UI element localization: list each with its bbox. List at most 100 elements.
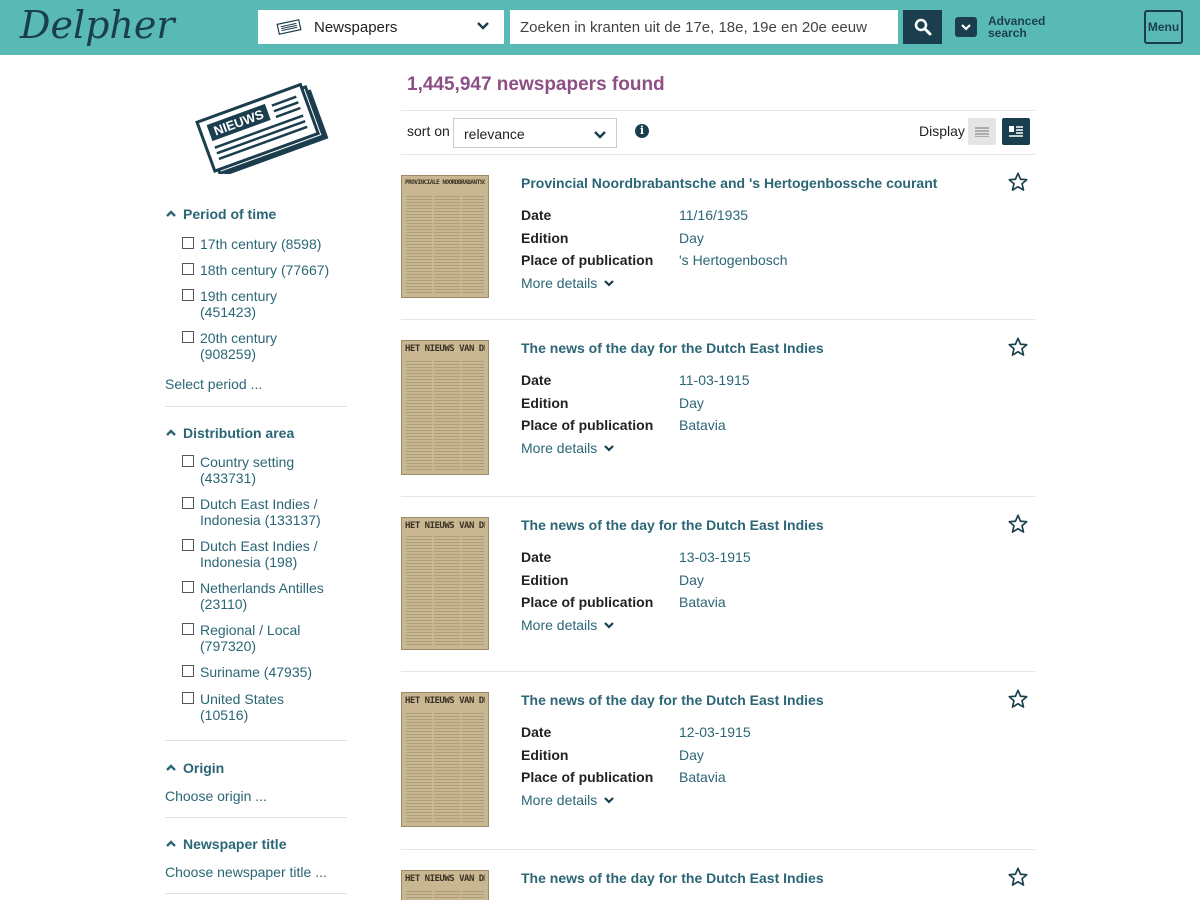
sort-value: relevance [464,126,525,142]
facet-option-label: 20th century (908259) [200,330,278,362]
facet-option[interactable]: 20th century (908259) [182,330,312,362]
select-period-link[interactable]: Select period ... [165,376,262,392]
more-details-link[interactable]: More details [521,440,615,456]
sort-select[interactable]: relevance [453,118,617,148]
newspaper-thumbnail[interactable]: PROVINCIALE NOORDBRABANTSCHE [401,175,489,298]
facet-option[interactable]: 17th century (8598) [182,236,321,252]
facet-title[interactable]: Distribution area [165,425,347,441]
thumbnail-masthead: HET NIEUWS VAN DEN DAG [405,344,485,354]
choose-origin-link[interactable]: Choose origin ... [165,788,267,804]
facet-title-label: Period of time [183,206,277,222]
facet-option[interactable]: Netherlands Antilles (23110) [182,580,332,612]
facet-option-label: Suriname (47935) [200,664,313,680]
star-icon[interactable] [1007,866,1029,888]
more-details-link[interactable]: More details [521,275,615,291]
checkbox[interactable] [182,455,194,467]
search-icon [914,18,931,36]
field-label: Place of publication [521,252,654,268]
newspaper-thumbnail[interactable]: HET NIEUWS VAN DEN DAG [401,340,489,475]
result-title[interactable]: The news of the day for the Dutch East I… [521,870,824,886]
divider [401,319,1035,320]
facet-option-label: 18th century (77667) [200,262,330,278]
choose-newspaper-title-link[interactable]: Choose newspaper title ... [165,864,327,880]
checkbox[interactable] [182,289,194,301]
field-value: Batavia [679,594,726,610]
newspaper-thumbnail[interactable]: HET NIEUWS VAN DEN DAG [401,517,489,650]
chevron-down-icon [477,22,489,30]
facet-title[interactable]: Period of time [165,206,347,222]
facet-option[interactable]: 18th century (77667) [182,262,329,278]
divider [165,740,347,741]
checkbox[interactable] [182,623,194,635]
facet-option[interactable]: Dutch East Indies / Indonesia (133137) [182,496,332,528]
facet-period-of-time: Period of time [165,206,347,222]
field-label: Edition [521,230,569,246]
thumbnail-masthead: PROVINCIALE NOORDBRABANTSCHE [405,179,485,186]
search-button[interactable] [903,10,942,44]
field-value: 12-03-1915 [679,724,751,740]
checkbox[interactable] [182,692,194,704]
result-title[interactable]: The news of the day for the Dutch East I… [521,517,824,533]
more-details-label: More details [521,617,598,633]
display-thumbnail-button[interactable] [1002,118,1030,145]
field-label: Date [521,724,552,740]
more-details-link[interactable]: More details [521,792,615,808]
field-label: Place of publication [521,594,654,610]
delpher-logo[interactable]: Delpher [20,3,175,47]
checkbox[interactable] [182,331,194,343]
result-title[interactable]: The news of the day for the Dutch East I… [521,340,824,356]
facet-option[interactable]: Suriname (47935) [182,664,312,680]
facet-option[interactable]: Country setting (433731) [182,454,322,486]
field-value: 13-03-1915 [679,549,751,565]
result-item: HET NIEUWS VAN DEN DAG The news of the d… [401,682,1035,842]
more-details-link[interactable]: More details [521,617,615,633]
top-bar: Delpher Newspapers Advanced search Menu [0,0,1200,55]
checkbox[interactable] [182,581,194,593]
display-list-button[interactable] [968,118,996,145]
chevron-down-icon [961,24,971,31]
newspaper-thumbnail[interactable]: HET NIEUWS VAN DEN DAG [401,692,489,827]
field-value: 11/16/1935 [679,207,749,223]
facet-title[interactable]: Origin [165,760,347,776]
result-title[interactable]: Provincial Noordbrabantsche and 's Herto… [521,175,937,191]
star-icon[interactable] [1007,336,1029,358]
star-icon[interactable] [1007,513,1029,535]
info-icon[interactable]: i [635,124,649,138]
field-label: Edition [521,395,569,411]
newspaper-thumbnail[interactable]: HET NIEUWS VAN DEN DAG [401,870,489,900]
facet-option[interactable]: United States (10516) [182,691,302,723]
facet-option[interactable]: Regional / Local (797320) [182,622,312,654]
result-item: PROVINCIALE NOORDBRABANTSCHE Provincial … [401,165,1035,315]
checkbox[interactable] [182,539,194,551]
list-view-icon [975,126,989,137]
field-value: Day [679,230,704,246]
newspaper-icon [276,19,302,35]
collection-select[interactable]: Newspapers [258,10,504,44]
divider [401,110,1035,111]
divider [401,849,1035,850]
divider [401,496,1035,497]
facet-option[interactable]: 19th century (451423) [182,288,312,320]
search-input[interactable] [510,10,898,44]
results-count: 1,445,947 newspapers found [407,74,665,95]
star-icon[interactable] [1007,688,1029,710]
display-label: Display [919,123,965,139]
facet-origin: Origin [165,760,347,776]
star-icon[interactable] [1007,171,1029,193]
advanced-search-toggle[interactable] [955,17,977,37]
menu-button[interactable]: Menu [1144,10,1183,44]
facet-option-label: 19th century (451423) [200,288,278,320]
checkbox[interactable] [182,665,194,677]
facet-title[interactable]: Newspaper title [165,836,347,852]
facet-option[interactable]: Dutch East Indies / Indonesia (198) [182,538,332,570]
facet-title-label: Origin [183,760,225,776]
checkbox[interactable] [182,263,194,275]
advanced-search-link[interactable]: Advanced search [988,15,1058,39]
thumbnail-masthead: HET NIEUWS VAN DEN DAG [405,874,485,884]
result-title[interactable]: The news of the day for the Dutch East I… [521,692,824,708]
chevron-down-icon [604,445,615,452]
field-label: Date [521,549,552,565]
checkbox[interactable] [182,237,194,249]
checkbox[interactable] [182,497,194,509]
field-label: Place of publication [521,417,654,433]
